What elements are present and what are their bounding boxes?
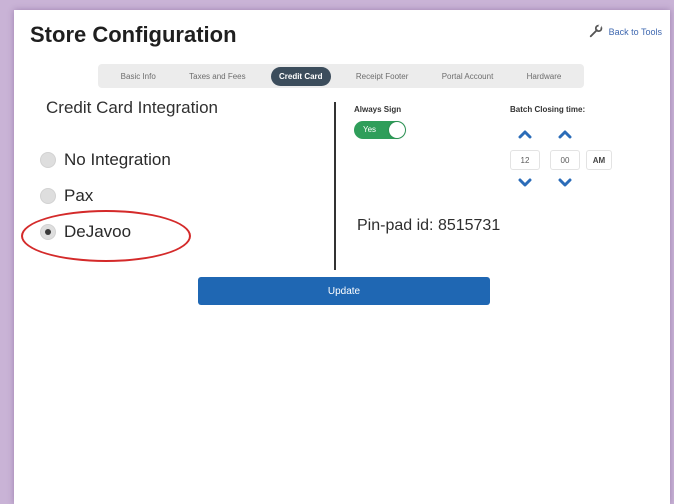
tab-receipt-footer[interactable]: Receipt Footer bbox=[348, 67, 416, 86]
tab-bar: Basic Info Taxes and Fees Credit Card Re… bbox=[98, 64, 584, 88]
always-sign-toggle[interactable]: Yes bbox=[354, 121, 406, 139]
vertical-divider bbox=[334, 102, 336, 270]
hour-up-arrow[interactable] bbox=[518, 129, 532, 139]
pinpad-id-text: Pin-pad id: 8515731 bbox=[357, 217, 501, 234]
hour-down-arrow[interactable] bbox=[518, 178, 532, 188]
am-pm-button[interactable]: AM bbox=[586, 150, 612, 170]
highlight-annotation bbox=[21, 210, 191, 262]
page-title: Store Configuration bbox=[30, 22, 237, 47]
chevron-up-icon bbox=[518, 130, 532, 139]
tab-hardware[interactable]: Hardware bbox=[519, 67, 570, 86]
chevron-down-icon bbox=[518, 178, 532, 187]
option-pax[interactable]: Pax bbox=[40, 186, 93, 206]
tab-taxes-and-fees[interactable]: Taxes and Fees bbox=[181, 67, 253, 86]
option-no-integration-label: No Integration bbox=[64, 150, 171, 169]
minute-input[interactable]: 00 bbox=[550, 150, 580, 170]
toggle-text: Yes bbox=[363, 125, 377, 134]
update-button[interactable]: Update bbox=[198, 277, 490, 305]
option-pax-label: Pax bbox=[64, 186, 94, 205]
radio-pax[interactable] bbox=[40, 188, 56, 204]
always-sign-label: Always Sign bbox=[354, 105, 402, 114]
toggle-knob bbox=[389, 122, 405, 138]
wrench-icon bbox=[589, 24, 603, 40]
minute-up-arrow[interactable] bbox=[558, 129, 572, 139]
back-to-tools-link[interactable]: Back to Tools bbox=[589, 24, 662, 40]
chevron-down-icon bbox=[558, 178, 572, 187]
store-config-panel: Store Configuration Back to Tools Basic … bbox=[14, 10, 670, 504]
hour-input[interactable]: 12 bbox=[510, 150, 540, 170]
radio-no-integration[interactable] bbox=[40, 152, 56, 168]
tab-portal-account[interactable]: Portal Account bbox=[434, 67, 502, 86]
chevron-up-icon bbox=[558, 130, 572, 139]
tab-credit-card[interactable]: Credit Card bbox=[270, 66, 331, 86]
tab-basic-info[interactable]: Basic Info bbox=[113, 67, 164, 86]
minute-down-arrow[interactable] bbox=[558, 178, 572, 188]
batch-closing-label: Batch Closing time: bbox=[510, 105, 586, 114]
credit-card-heading: Credit Card Integration bbox=[46, 98, 218, 117]
back-to-tools-label: Back to Tools bbox=[608, 27, 662, 37]
option-no-integration[interactable]: No Integration bbox=[40, 150, 171, 170]
